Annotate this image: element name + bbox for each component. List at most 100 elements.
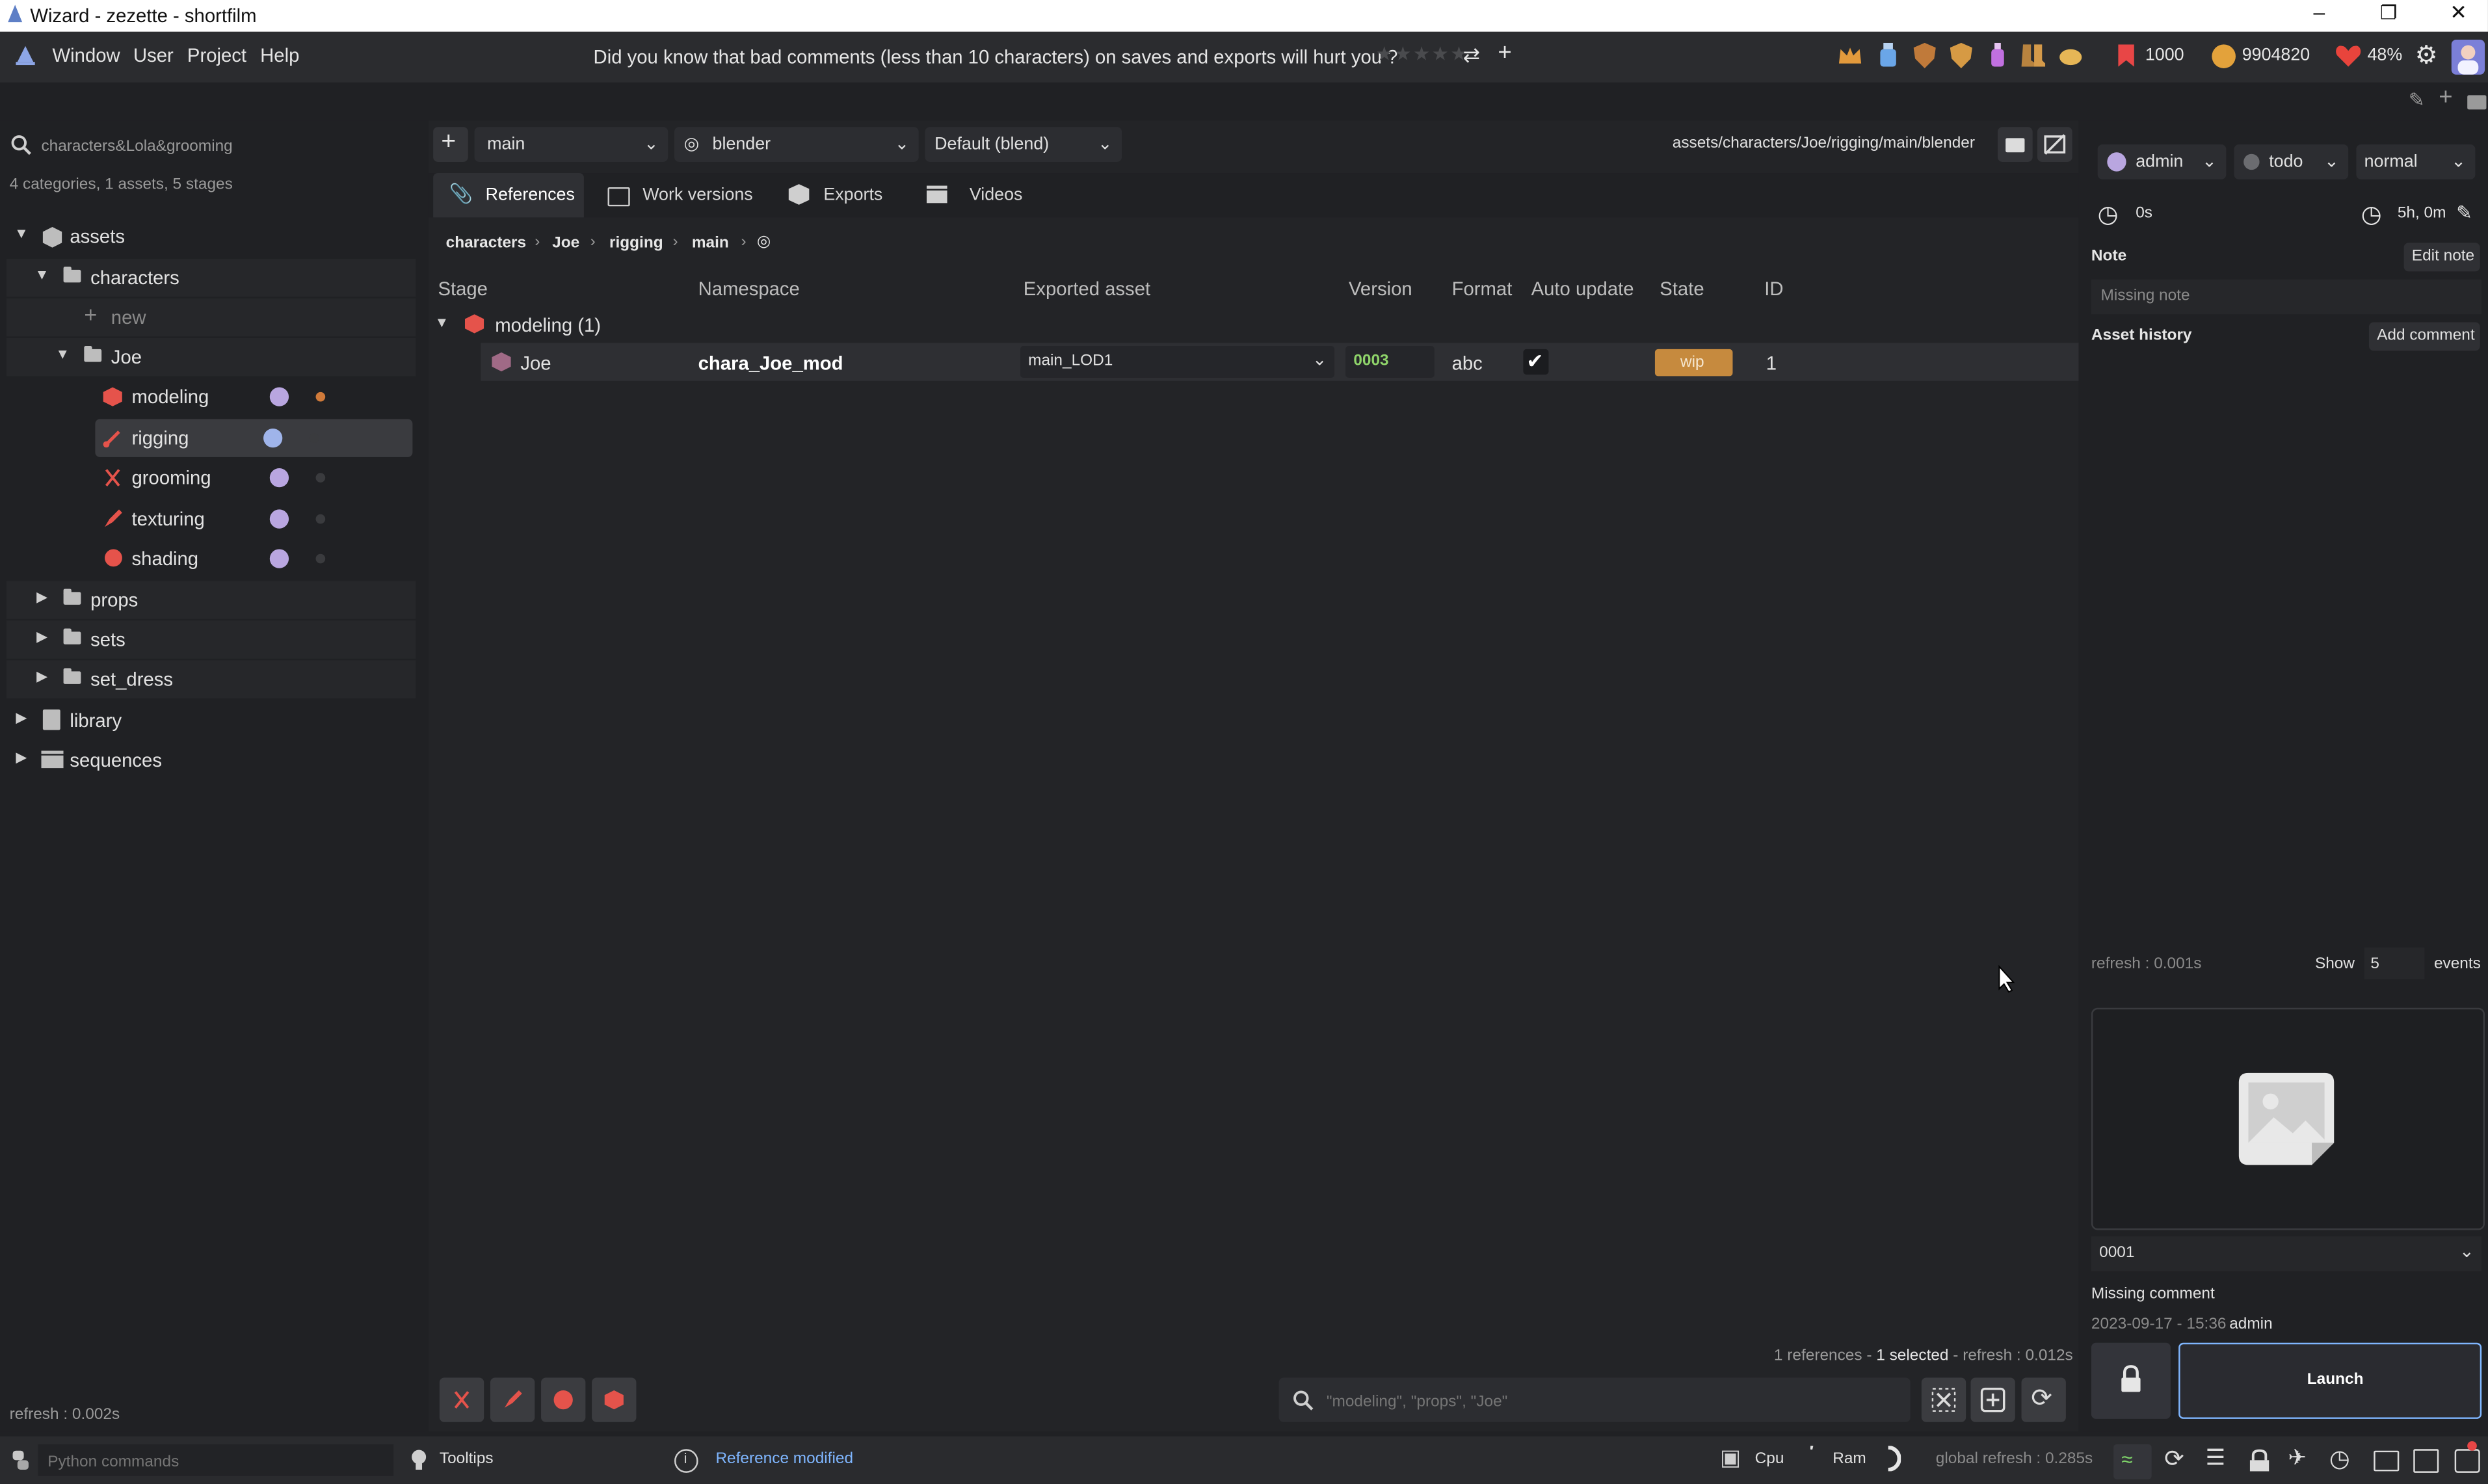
tip-rating-stars-icon[interactable]: ★★★★★ (1375, 43, 1468, 65)
assignee-dropdown[interactable]: admin ⌄ (2097, 144, 2227, 179)
tab-exports[interactable]: Exports (780, 173, 907, 217)
add-reference-button[interactable] (1970, 1377, 2015, 1422)
add-panel-icon[interactable]: + (2439, 84, 2452, 111)
breadcrumb-joe[interactable]: Joe (552, 235, 579, 252)
notification-icon[interactable] (2454, 1441, 2480, 1473)
update-references-button[interactable]: ⟳ (2021, 1377, 2066, 1422)
menu-help[interactable]: Help (260, 44, 299, 66)
python-command-input[interactable] (44, 1447, 391, 1476)
edit-estimate-icon[interactable]: ✎ (2456, 202, 2472, 224)
chevron-right-icon[interactable]: ▶ (16, 709, 27, 727)
tooltips-toggle[interactable]: Tooltips (440, 1451, 494, 1468)
running-icon[interactable]: ✈ (2288, 1444, 2307, 1471)
edit-note-button[interactable]: Edit note (2403, 243, 2480, 272)
tree-item-characters[interactable]: ▼ characters (6, 258, 416, 297)
group-row-modeling[interactable]: ▼ modeling (1) (429, 306, 2079, 341)
breadcrumb-blender-icon[interactable]: ◎ (757, 233, 771, 251)
shield-icon[interactable] (1913, 42, 1936, 68)
tree-item-set-dress[interactable]: ▶ set_dress (6, 660, 416, 698)
settings-gear-icon[interactable]: ⚙ (2415, 40, 2438, 72)
app-menu-icon[interactable] (14, 44, 36, 66)
lock-button[interactable] (2091, 1342, 2171, 1419)
menu-project[interactable]: Project (187, 44, 246, 66)
tree-item-new[interactable]: + new (6, 298, 416, 337)
python-command-field[interactable] (38, 1444, 394, 1476)
chevron-right-icon[interactable]: ▶ (36, 628, 47, 646)
tree-item-joe[interactable]: ▼ Joe (6, 338, 416, 377)
menu-user[interactable]: User (133, 44, 174, 66)
tree-item-texturing[interactable]: texturing (7, 500, 416, 538)
col-header-auto-update[interactable]: Auto update (1531, 278, 1634, 300)
breadcrumb-main[interactable]: main (692, 235, 729, 252)
tab-videos[interactable]: Videos (917, 173, 1044, 217)
folder-panel-icon[interactable] (2467, 95, 2487, 110)
tree-item-assets[interactable]: ▼ assets (7, 217, 416, 256)
remove-selection-button[interactable] (1921, 1377, 1966, 1422)
launch-button[interactable]: Launch (2178, 1342, 2482, 1419)
history-icon[interactable]: ◷ (2329, 1444, 2350, 1472)
chevron-right-icon[interactable]: ▶ (36, 668, 47, 685)
add-comment-button[interactable]: Add comment (2368, 322, 2480, 351)
priority-dropdown[interactable]: normal ⌄ (2356, 144, 2476, 179)
chevron-down-icon[interactable]: ▼ (35, 267, 49, 282)
bottle-icon[interactable] (1988, 42, 2007, 68)
edit-layout-icon[interactable]: ✎ (2409, 89, 2425, 111)
col-header-format[interactable]: Format (1452, 278, 1513, 300)
bread-icon[interactable] (2058, 44, 2084, 66)
work-env-path[interactable]: assets/characters/Joe/rigging/main/blend… (1673, 135, 1975, 152)
breadcrumb-rigging[interactable]: rigging (609, 235, 663, 252)
potion-icon[interactable] (1879, 42, 1898, 68)
shield-gold-icon[interactable] (1950, 42, 1972, 68)
tree-item-props[interactable]: ▶ props (6, 581, 416, 619)
col-header-version[interactable]: Version (1349, 278, 1412, 300)
user-avatar[interactable] (2451, 40, 2485, 75)
tree-item-sets[interactable]: ▶ sets (6, 620, 416, 659)
breadcrumb-characters[interactable]: characters (446, 235, 526, 252)
console-icon[interactable] (2374, 1450, 2400, 1472)
note-field[interactable]: Missing note (2091, 279, 2482, 315)
add-tip-icon[interactable]: + (1498, 40, 1511, 66)
col-header-stage[interactable]: Stage (438, 278, 488, 300)
tree-item-sequences[interactable]: ▶ sequences (7, 741, 416, 780)
col-header-exported-asset[interactable]: Exported asset (1024, 278, 1150, 300)
wifi-status-button[interactable]: ≈ (2113, 1444, 2152, 1479)
table-row[interactable]: Joe chara_Joe_mod main_LOD1 ⌄ 0003 abc ✔… (481, 343, 2079, 381)
chevron-down-icon[interactable]: ▼ (435, 314, 449, 330)
chevron-right-icon[interactable]: ▶ (36, 589, 47, 606)
add-work-env-button[interactable]: + (433, 127, 468, 162)
auto-update-checkbox[interactable]: ✔ (1523, 349, 1549, 375)
boots-icon[interactable] (2020, 43, 2046, 68)
variant-dropdown[interactable]: main ⌄ (474, 127, 668, 162)
filter-texturing-button[interactable] (490, 1377, 535, 1422)
window-icon[interactable] (2413, 1449, 2439, 1473)
chevron-down-icon[interactable]: ▼ (55, 346, 70, 362)
chevron-down-icon[interactable]: ▼ (14, 226, 29, 241)
tree-item-rigging[interactable]: rigging (95, 419, 413, 457)
close-button[interactable]: ✕ (2450, 0, 2467, 25)
tree-item-grooming[interactable]: grooming (7, 458, 416, 497)
filter-grooming-button[interactable] (439, 1377, 484, 1422)
version-dropdown[interactable]: 0001 ⌄ (2091, 1236, 2482, 1271)
exported-asset-dropdown[interactable]: main_LOD1 ⌄ (1020, 346, 1335, 378)
col-header-state[interactable]: State (1660, 278, 1704, 300)
tab-references[interactable]: 📎 References (433, 173, 584, 218)
col-header-namespace[interactable]: Namespace (698, 278, 800, 300)
lock-ui-icon[interactable] (2248, 1449, 2270, 1473)
tab-work-versions[interactable]: Work versions (600, 173, 758, 217)
chevron-right-icon[interactable]: ▶ (16, 749, 27, 767)
extension-dropdown[interactable]: Default (blend) ⌄ (925, 127, 1122, 162)
image-toggle-button[interactable] (2037, 127, 2072, 162)
state-badge[interactable]: wip (1654, 349, 1733, 377)
software-dropdown[interactable]: ◎ blender ⌄ (674, 127, 919, 162)
filter-shading-button[interactable] (541, 1377, 586, 1422)
events-count-field[interactable]: 5 (2364, 947, 2425, 979)
tree-item-library[interactable]: ▶ library (7, 702, 416, 740)
maximize-button[interactable]: ❐ (2380, 1, 2397, 23)
status-dropdown[interactable]: todo ⌄ (2234, 144, 2349, 179)
version-field[interactable]: 0003 (1345, 346, 1435, 378)
tree-search-input[interactable] (38, 130, 419, 162)
minimize-button[interactable]: – (2314, 0, 2325, 24)
open-folder-button[interactable] (1997, 127, 2033, 162)
menu-window[interactable]: Window (53, 44, 120, 66)
reference-search-input[interactable] (1323, 1385, 1901, 1418)
